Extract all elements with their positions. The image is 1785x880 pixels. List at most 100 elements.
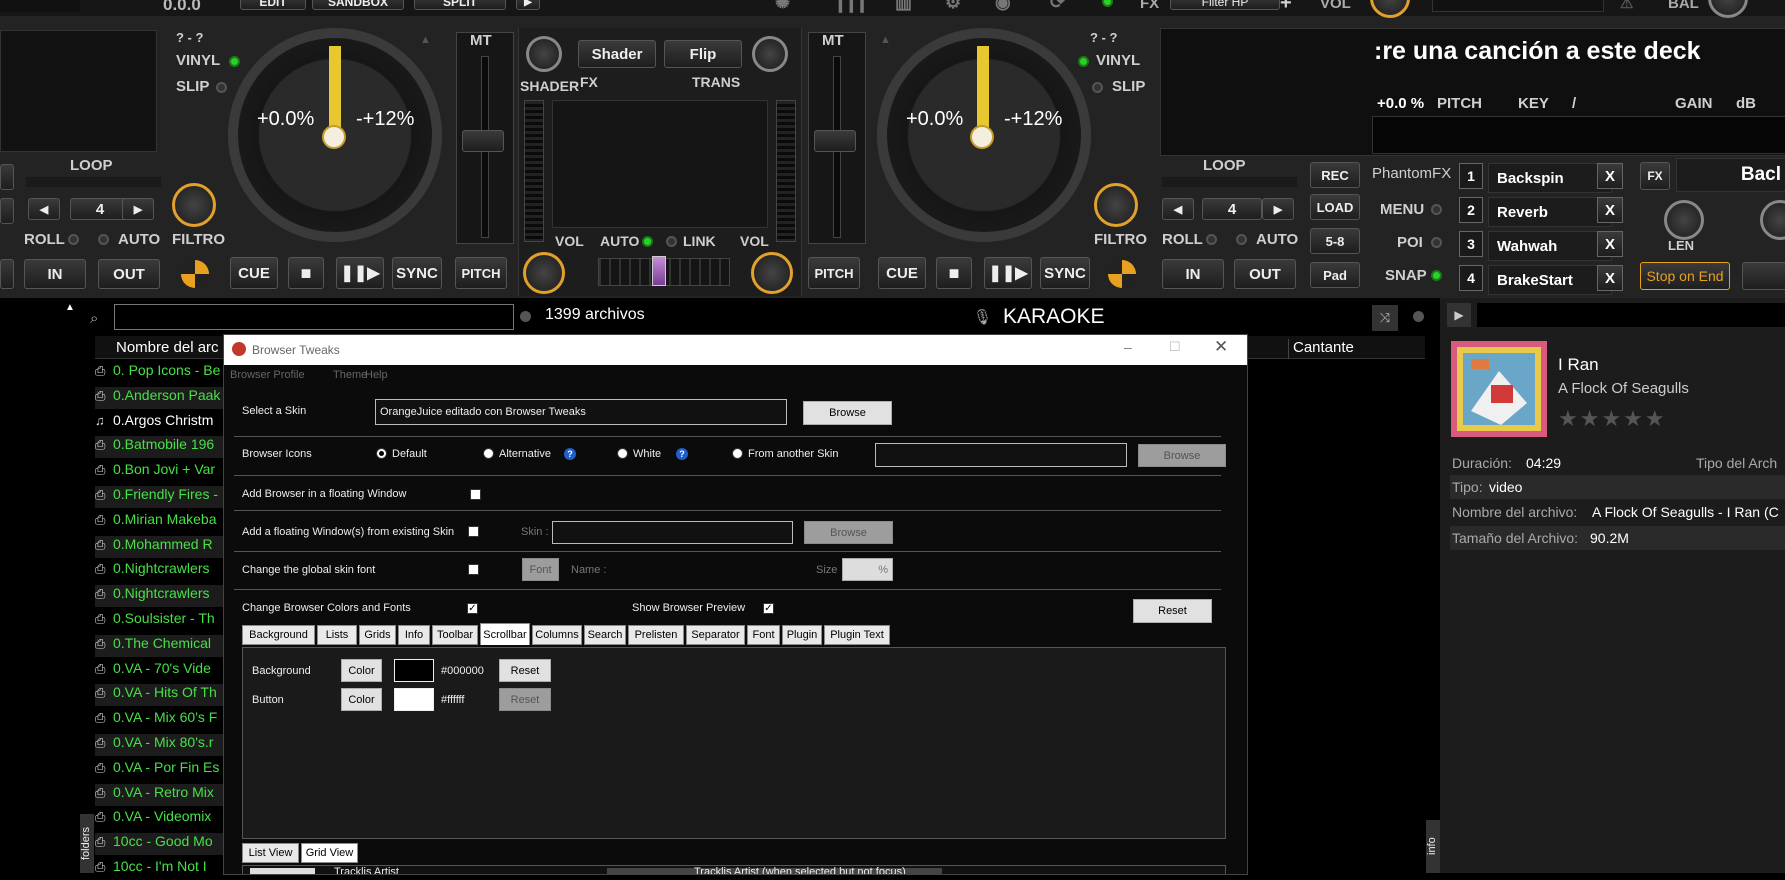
right-play-pause-icon[interactable]: ❚❚▶	[984, 257, 1032, 289]
info-tab[interactable]: info	[1426, 820, 1440, 873]
main-reset-button[interactable]: Reset	[1133, 599, 1212, 623]
right-in-button[interactable]: IN	[1162, 259, 1224, 289]
fx-slot-1-number[interactable]: 1	[1459, 163, 1483, 189]
left-pitch-slider[interactable]	[462, 130, 504, 152]
browser-preview-checkbox[interactable]: ✓	[763, 603, 774, 614]
font-size-input[interactable]: %	[842, 558, 893, 581]
tab-search[interactable]: Search	[584, 625, 626, 645]
icons-default-radio[interactable]	[376, 448, 387, 459]
right-loop-prev-icon[interactable]: ◀	[1162, 198, 1194, 220]
icons-skin-input[interactable]	[875, 443, 1127, 467]
search-option-icon[interactable]	[520, 311, 531, 322]
eye-icon[interactable]: ◉	[995, 0, 1011, 13]
right-pitch-slider[interactable]	[814, 130, 856, 152]
scroll-button-reset-button[interactable]: Reset	[499, 688, 551, 711]
fx-slot-1-name[interactable]: Backspin	[1488, 163, 1612, 193]
icons-other-skin-radio[interactable]	[732, 448, 743, 459]
track-row[interactable]: ⎙ 0. Pop Icons - Be	[95, 362, 225, 384]
right-sync-button[interactable]: SYNC	[1040, 257, 1090, 289]
left-loop-next-icon[interactable]: ▶	[122, 198, 154, 220]
track-row[interactable]: ⎙ 0.VA - Retro Mix	[95, 783, 225, 806]
left-filter-knob[interactable]	[172, 183, 216, 227]
fx-slot-4-close[interactable]: X	[1597, 265, 1623, 291]
font-button[interactable]: Font	[522, 558, 559, 581]
snap-led[interactable]	[1431, 270, 1442, 281]
left-cue-button[interactable]: CUE	[230, 257, 278, 289]
track-row[interactable]: ⎙ 0.Soulsister - Th	[95, 610, 225, 632]
left-loop-size[interactable]: 4	[70, 198, 130, 220]
left-fx-icon[interactable]	[181, 260, 209, 288]
track-row[interactable]: ⎙ 0.VA - Mix 60's F	[95, 709, 225, 731]
track-row[interactable]: ♫ 0.Argos Christm	[95, 412, 225, 434]
track-row[interactable]: ⎙ 0.VA - 70's Vide	[95, 660, 225, 682]
range-button[interactable]: 5-8	[1310, 228, 1360, 254]
fx-slot-2-close[interactable]: X	[1597, 197, 1623, 223]
left-play-pause-icon[interactable]: ❚❚▶	[336, 257, 384, 289]
shuffle-icon[interactable]: ⤨	[1372, 305, 1398, 331]
track-row[interactable]: ⎙ 0.Anderson Paak	[95, 386, 225, 409]
flip-button[interactable]: Flip	[664, 40, 742, 68]
prelisten-bar[interactable]	[1477, 303, 1785, 327]
icons-white-radio[interactable]	[617, 448, 628, 459]
menu-help[interactable]: Help	[365, 369, 388, 381]
sync-icon[interactable]: ⟳	[1050, 0, 1065, 13]
scroll-button-swatch[interactable]	[394, 688, 434, 711]
floating-existing-checkbox[interactable]	[468, 526, 479, 537]
karaoke-option-icon[interactable]	[1413, 311, 1424, 322]
skin-input[interactable]: OrangeJuice editado con Browser Tweaks	[375, 399, 787, 425]
track-row[interactable]: ⎙ 0.Batmobile 196	[95, 436, 225, 459]
stop-on-end-button[interactable]: Stop on End	[1640, 262, 1730, 290]
right-vinyl-led[interactable]	[1078, 56, 1089, 67]
left-stop-icon[interactable]: ■	[288, 257, 324, 289]
search-icon[interactable]: ⌕	[90, 310, 98, 327]
right-eject-icon[interactable]: ▲	[880, 34, 892, 46]
scroll-button-color-button[interactable]: Color	[341, 688, 382, 711]
fx-slot-3-number[interactable]: 3	[1459, 231, 1483, 257]
grid-view-tab[interactable]: Grid View	[301, 843, 358, 863]
shader-knob[interactable]	[526, 36, 562, 72]
search-input[interactable]	[114, 304, 514, 330]
right-stop-icon[interactable]: ■	[936, 257, 972, 289]
split-button[interactable]: SPLIT	[414, 0, 506, 10]
trans-knob[interactable]	[752, 36, 788, 72]
left-pitch-button[interactable]: PITCH	[455, 257, 507, 289]
maximize-icon[interactable]: ☐	[1169, 339, 1181, 355]
left-volume-knob[interactable]	[523, 252, 565, 294]
tab-toolbar[interactable]: Toolbar	[432, 625, 478, 645]
mixer-link-led[interactable]	[666, 236, 677, 247]
tab-background[interactable]: Background	[242, 625, 315, 645]
gear-icon[interactable]: ✺	[775, 0, 790, 13]
tab-prelisten[interactable]: Prelisten	[628, 625, 684, 645]
tab-font[interactable]: Font	[747, 625, 780, 645]
global-font-checkbox[interactable]	[468, 564, 479, 575]
poi-led[interactable]	[1431, 237, 1442, 248]
track-row[interactable]: ⎙ 10cc - Good Mo	[95, 833, 225, 856]
right-slip-led[interactable]	[1092, 82, 1103, 93]
floating-window-checkbox[interactable]	[470, 489, 481, 500]
floating-browse-button[interactable]: Browse	[804, 521, 893, 544]
right-fx-icon[interactable]	[1108, 260, 1136, 288]
track-row[interactable]: ⎙ 0.Friendly Fires -	[95, 486, 225, 508]
fx-slot-3-close[interactable]: X	[1597, 231, 1623, 257]
dialog-titlebar[interactable]: Browser Tweaks – ☐ ✕	[224, 335, 1247, 365]
right-pitch-button[interactable]: PITCH	[808, 257, 860, 289]
scroll-bg-reset-button[interactable]: Reset	[499, 659, 551, 682]
track-row[interactable]: ⎙ 0.Bon Jovi + Var	[95, 461, 225, 483]
skin-browse-button[interactable]: Browse	[803, 401, 892, 425]
tab-separator[interactable]: Separator	[686, 625, 745, 645]
track-row[interactable]: ⎙ 0.Nightcrawlers	[95, 585, 225, 608]
track-row[interactable]: ⎙ 0.VA - Videomix	[95, 808, 225, 830]
close-icon[interactable]: ✕	[1214, 337, 1228, 357]
right-loop-next-icon[interactable]: ▶	[1262, 198, 1294, 220]
left-loop-prev-icon[interactable]: ◀	[28, 198, 60, 220]
column-name-header[interactable]: Nombre del arc	[116, 339, 219, 356]
fx-slot-3-name[interactable]: Wahwah	[1488, 231, 1612, 261]
scroll-bg-swatch[interactable]	[394, 659, 434, 682]
edit-button[interactable]: EDIT	[240, 0, 306, 10]
list-view-tab[interactable]: List View	[242, 843, 299, 863]
tab-info[interactable]: Info	[398, 625, 430, 645]
fx-slot-1-close[interactable]: X	[1597, 163, 1623, 189]
fx-slot-2-name[interactable]: Reverb	[1488, 197, 1612, 227]
fx-panel-button[interactable]: FX	[1640, 162, 1670, 190]
chart-icon[interactable]: ▥	[895, 0, 912, 13]
